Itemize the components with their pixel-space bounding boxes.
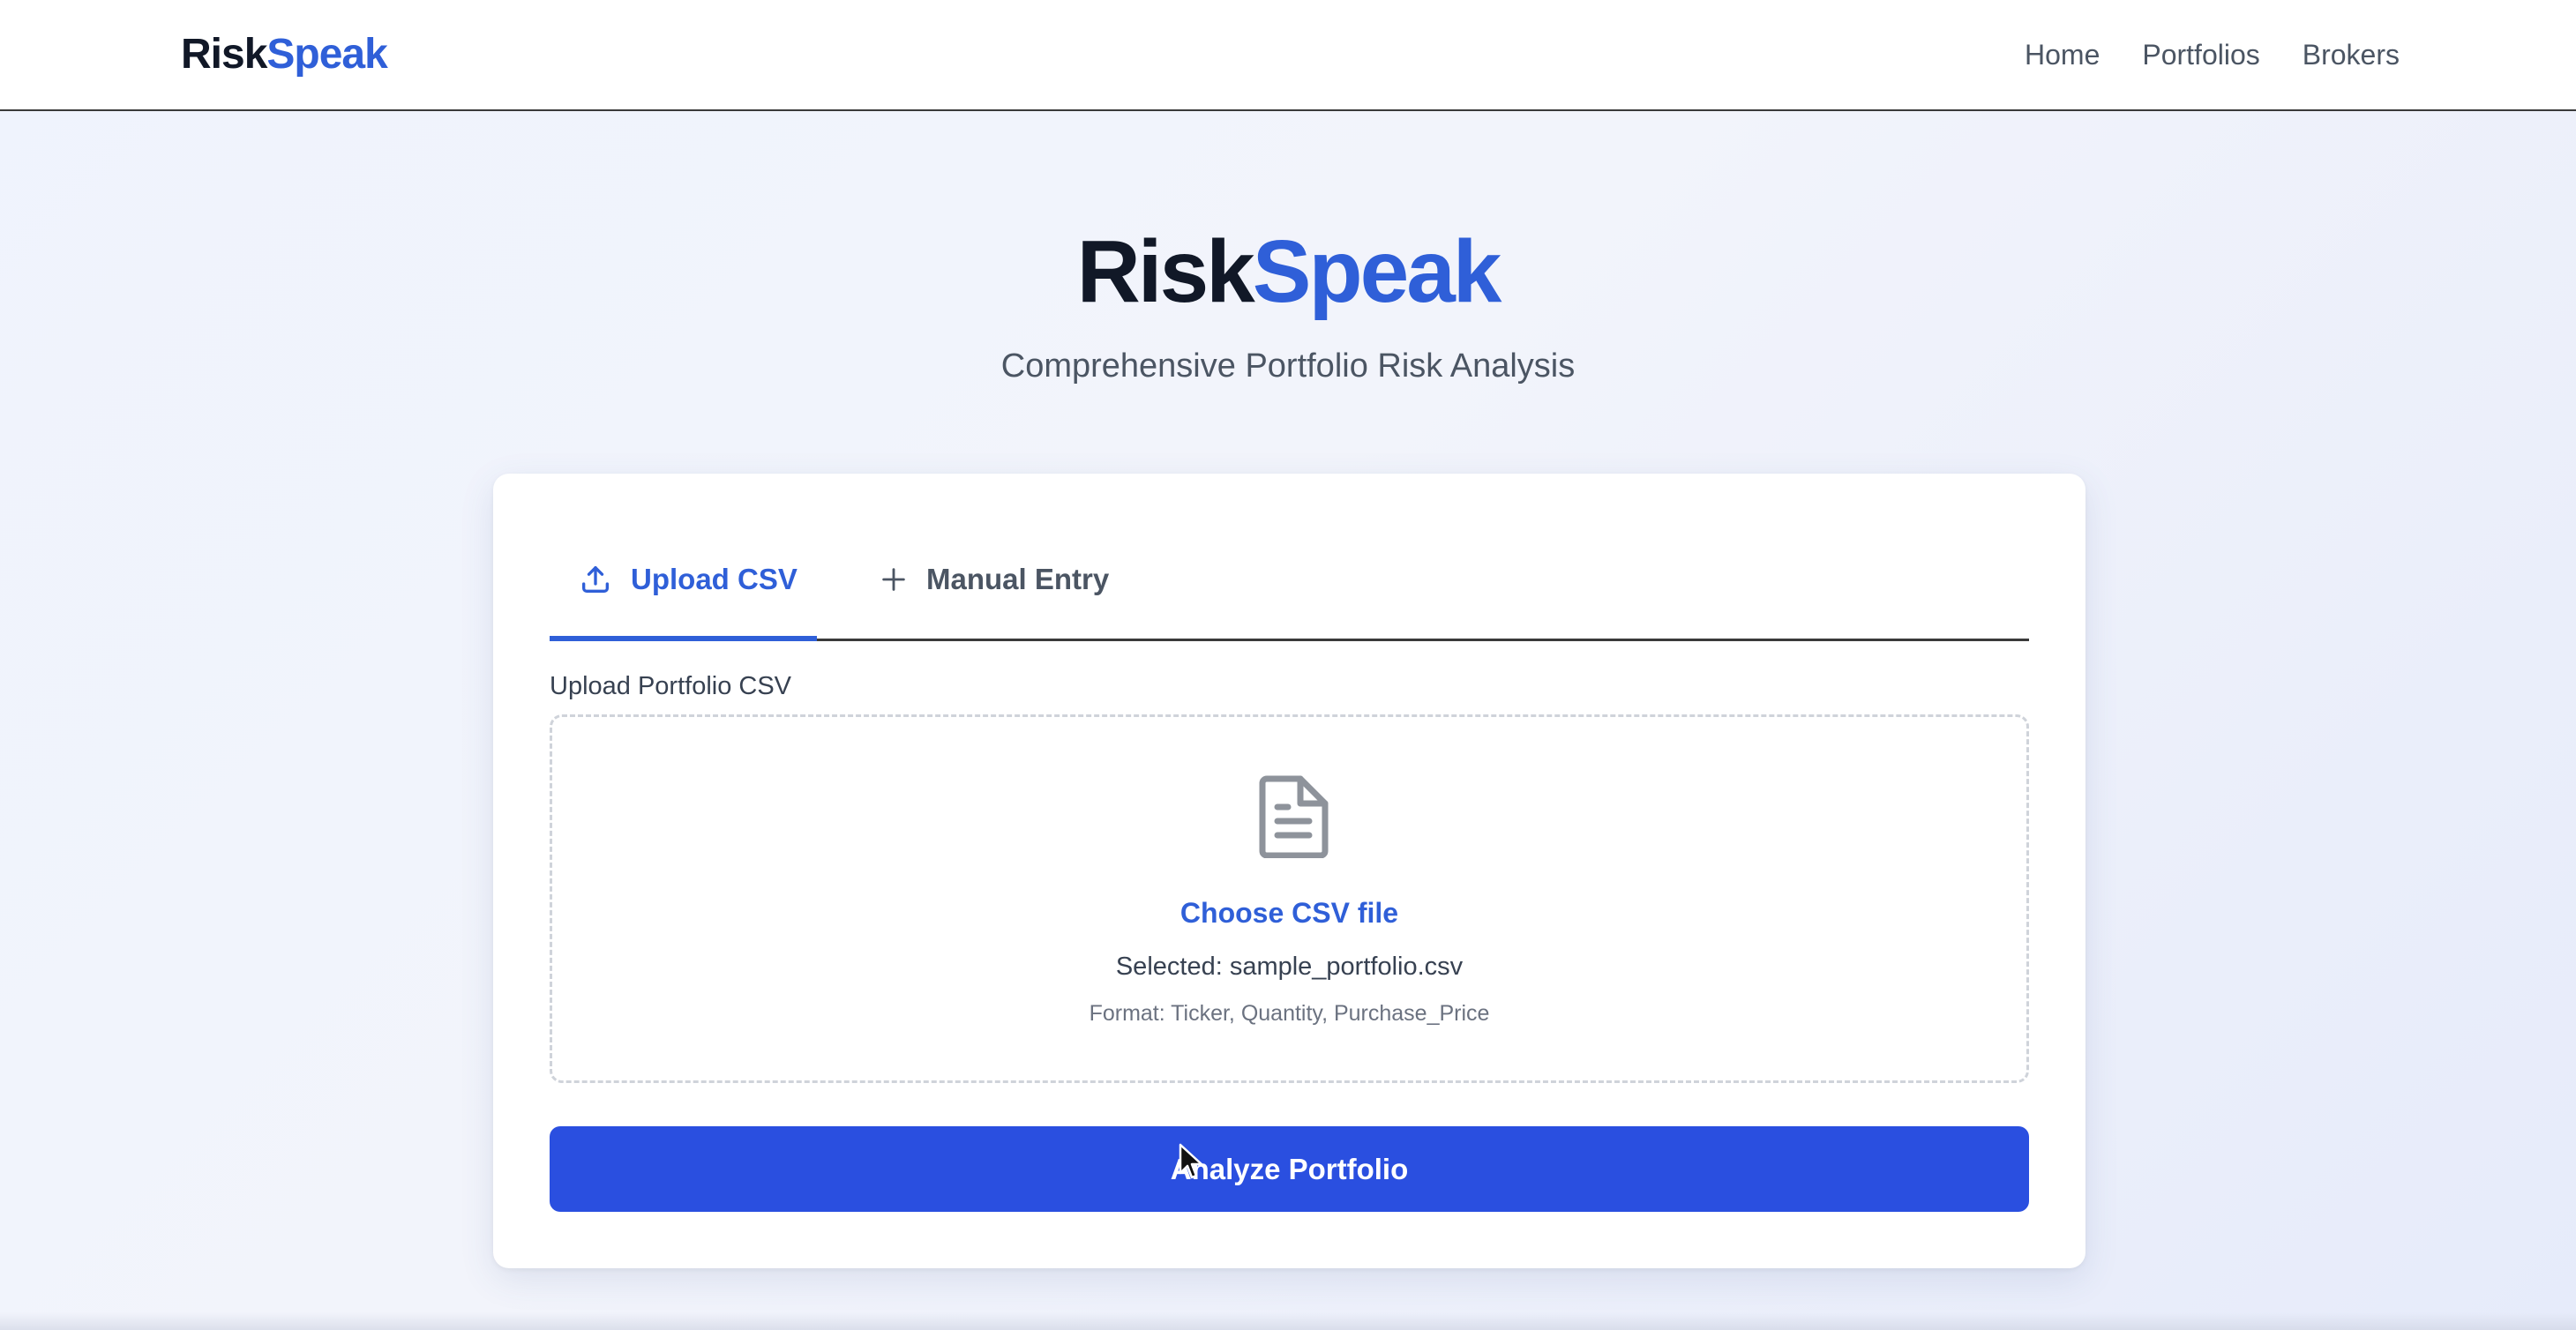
tab-manual-entry[interactable]: Manual Entry [850,519,1137,639]
plus-icon [879,564,909,594]
tab-manual-entry-label: Manual Entry [926,562,1110,595]
hero-subtitle: Comprehensive Portfolio Risk Analysis [1000,347,1576,385]
input-mode-tabs: Upload CSV Manual Entry [550,519,2029,641]
document-icon [1258,775,1329,859]
brand-logo-part1: Risk [181,31,267,78]
page: RiskSpeak Home Portfolios Brokers RiskSp… [0,0,2576,1330]
selected-file-text: Selected: sample_portfolio.csv [1115,953,1464,981]
csv-dropzone[interactable]: Choose CSV file Selected: sample_portfol… [550,714,2029,1083]
csv-format-hint: Format: Ticker, Quantity, Purchase_Price [1089,1001,1490,1026]
nav-brokers-link[interactable]: Brokers [2303,34,2400,76]
hero-title-part1: Risk [1076,222,1255,321]
analyze-portfolio-button[interactable]: Analyze Portfolio [550,1126,2029,1212]
top-navbar: RiskSpeak Home Portfolios Brokers [0,0,2576,111]
tab-upload-csv[interactable]: Upload CSV [550,519,817,641]
choose-csv-file-link[interactable]: Choose CSV file [552,893,2026,932]
main-nav: Home Portfolios Brokers [2025,34,2400,76]
brand-logo[interactable]: RiskSpeak [181,26,388,83]
portfolio-input-card: Upload CSV Manual Entry Upload Portfolio… [493,474,2086,1268]
tab-upload-csv-label: Upload CSV [631,562,798,595]
nav-home-link[interactable]: Home [2025,34,2100,76]
upload-icon [578,562,613,597]
nav-portfolios-link[interactable]: Portfolios [2142,34,2259,76]
brand-logo-part2: Speak [266,31,387,78]
hero-title-part2: Speak [1252,222,1502,321]
bottom-shadow [0,1312,2576,1330]
upload-field-label: Upload Portfolio CSV [550,672,792,700]
hero-title: RiskSpeak [0,219,2576,325]
